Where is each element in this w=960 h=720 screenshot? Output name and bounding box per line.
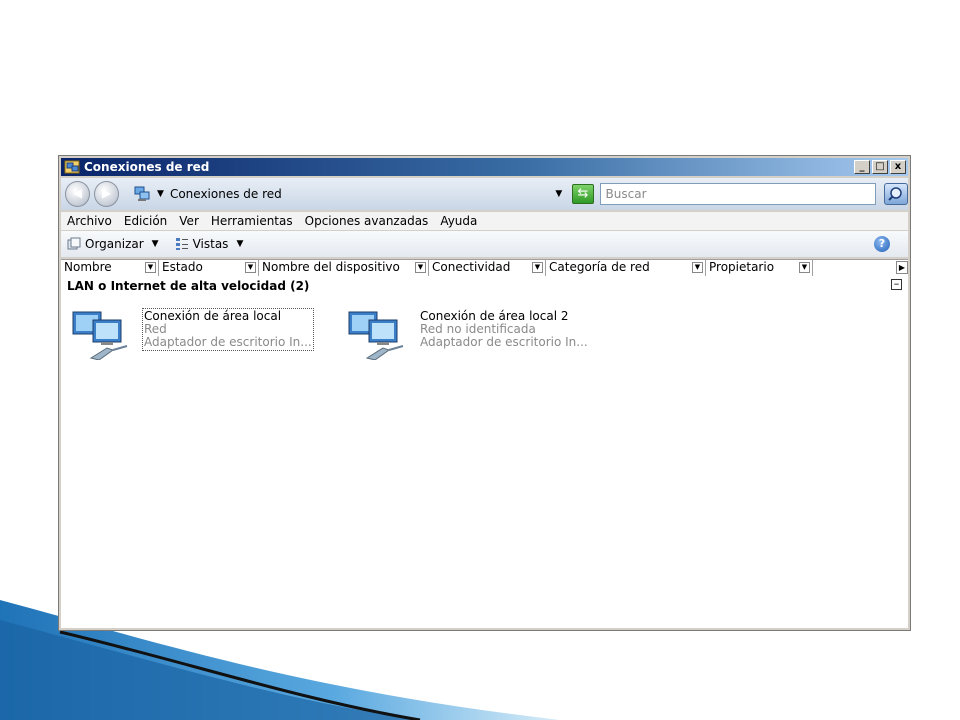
connection-device: Adaptador de escritorio In... <box>144 335 312 349</box>
network-folder-icon <box>64 159 80 175</box>
menu-archivo[interactable]: Archivo <box>61 214 118 228</box>
column-header-row: Nombre ▼ Estado ▼ Nombre del dispositivo ▼ … <box>61 259 908 277</box>
search-input[interactable]: Buscar <box>599 183 877 205</box>
chevron-down-icon: ▼ <box>151 239 159 249</box>
column-header-nombre[interactable]: Nombre ▼ <box>61 260 159 276</box>
column-label: Categoría de red <box>549 260 650 274</box>
views-label: Vistas <box>192 237 229 251</box>
column-label: Nombre del dispositivo <box>262 260 400 274</box>
command-toolbar: Organizar ▼ Vistas ▼ ? <box>61 231 908 257</box>
refresh-icon: ⇆ <box>577 186 589 201</box>
organize-icon <box>67 237 81 251</box>
address-bar: ◀ ▶ ▼ Conexiones de red ▼ ⇆ Buscar <box>61 178 909 210</box>
column-dropdown-icon[interactable]: ▼ <box>532 262 543 273</box>
organize-button[interactable]: Organizar ▼ <box>67 237 159 251</box>
window-title: Conexiones de red <box>84 160 210 174</box>
column-header-categoria[interactable]: Categoría de red ▼ <box>546 260 706 276</box>
network-connections-window: Conexiones de red _ □ x ◀ ▶ ▼ Conexiones… <box>58 155 911 631</box>
title-bar[interactable]: Conexiones de red _ □ x <box>61 158 908 176</box>
help-icon[interactable]: ? <box>874 236 890 252</box>
column-label: Nombre <box>64 260 112 274</box>
address-dropdown-icon[interactable]: ▼ <box>555 189 562 199</box>
connection-device: Adaptador de escritorio In... <box>420 335 588 349</box>
connection-item[interactable]: Conexión de área local 2 Red no identifi… <box>347 310 637 360</box>
forward-arrow-icon: ▶ <box>101 186 112 200</box>
menu-herramientas[interactable]: Herramientas <box>205 214 299 228</box>
column-label: Estado <box>162 260 203 274</box>
close-button[interactable]: x <box>890 160 906 174</box>
scroll-right-icon[interactable]: ▶ <box>896 261 908 274</box>
column-dropdown-icon[interactable]: ▼ <box>799 262 810 273</box>
menu-ayuda[interactable]: Ayuda <box>434 214 483 228</box>
refresh-button[interactable]: ⇆ <box>572 184 594 204</box>
column-label: Propietario <box>709 260 775 274</box>
network-adapter-icon <box>348 311 404 360</box>
connection-item[interactable]: Conexión de área local Red Adaptador de … <box>71 308 351 360</box>
collapse-group-icon[interactable]: – <box>891 278 902 290</box>
network-adapter-icon <box>72 311 128 360</box>
menu-opciones-avanzadas[interactable]: Opciones avanzadas <box>299 214 435 228</box>
breadcrumb-arrow-icon[interactable]: ▼ <box>157 189 164 199</box>
back-arrow-icon: ◀ <box>72 186 83 200</box>
menu-bar: Archivo Edición Ver Herramientas Opcione… <box>61 212 908 230</box>
menu-edicion[interactable]: Edición <box>118 214 173 228</box>
connections-list: LAN o Internet de alta velocidad (2) – C… <box>61 276 908 628</box>
minimize-button[interactable]: _ <box>854 160 870 174</box>
search-button[interactable] <box>884 183 909 205</box>
column-header-dispositivo[interactable]: Nombre del dispositivo ▼ <box>259 260 429 276</box>
column-header-propietario[interactable]: Propietario ▼ <box>706 260 813 276</box>
views-icon <box>175 237 189 251</box>
back-button[interactable]: ◀ <box>65 181 91 207</box>
forward-button[interactable]: ▶ <box>94 181 120 207</box>
views-button[interactable]: Vistas ▼ <box>175 237 244 251</box>
column-dropdown-icon[interactable]: ▼ <box>245 262 256 273</box>
group-header[interactable]: LAN o Internet de alta velocidad (2) <box>67 279 309 293</box>
column-dropdown-icon[interactable]: ▼ <box>145 262 156 273</box>
chevron-down-icon: ▼ <box>236 239 244 249</box>
location-field[interactable]: ▼ Conexiones de red ▼ <box>133 183 570 205</box>
column-dropdown-icon[interactable]: ▼ <box>692 262 703 273</box>
breadcrumb-location[interactable]: Conexiones de red <box>170 187 555 201</box>
column-header-conectividad[interactable]: Conectividad ▼ <box>429 260 546 276</box>
magnifier-icon <box>888 187 902 201</box>
column-dropdown-icon[interactable]: ▼ <box>415 262 426 273</box>
organize-label: Organizar <box>85 237 144 251</box>
column-header-estado[interactable]: Estado ▼ <box>159 260 259 276</box>
menu-ver[interactable]: Ver <box>173 214 205 228</box>
column-label: Conectividad <box>432 260 511 274</box>
network-connections-icon <box>133 185 151 203</box>
maximize-button[interactable]: □ <box>872 160 888 174</box>
connection-name: Conexión de área local <box>144 309 282 323</box>
